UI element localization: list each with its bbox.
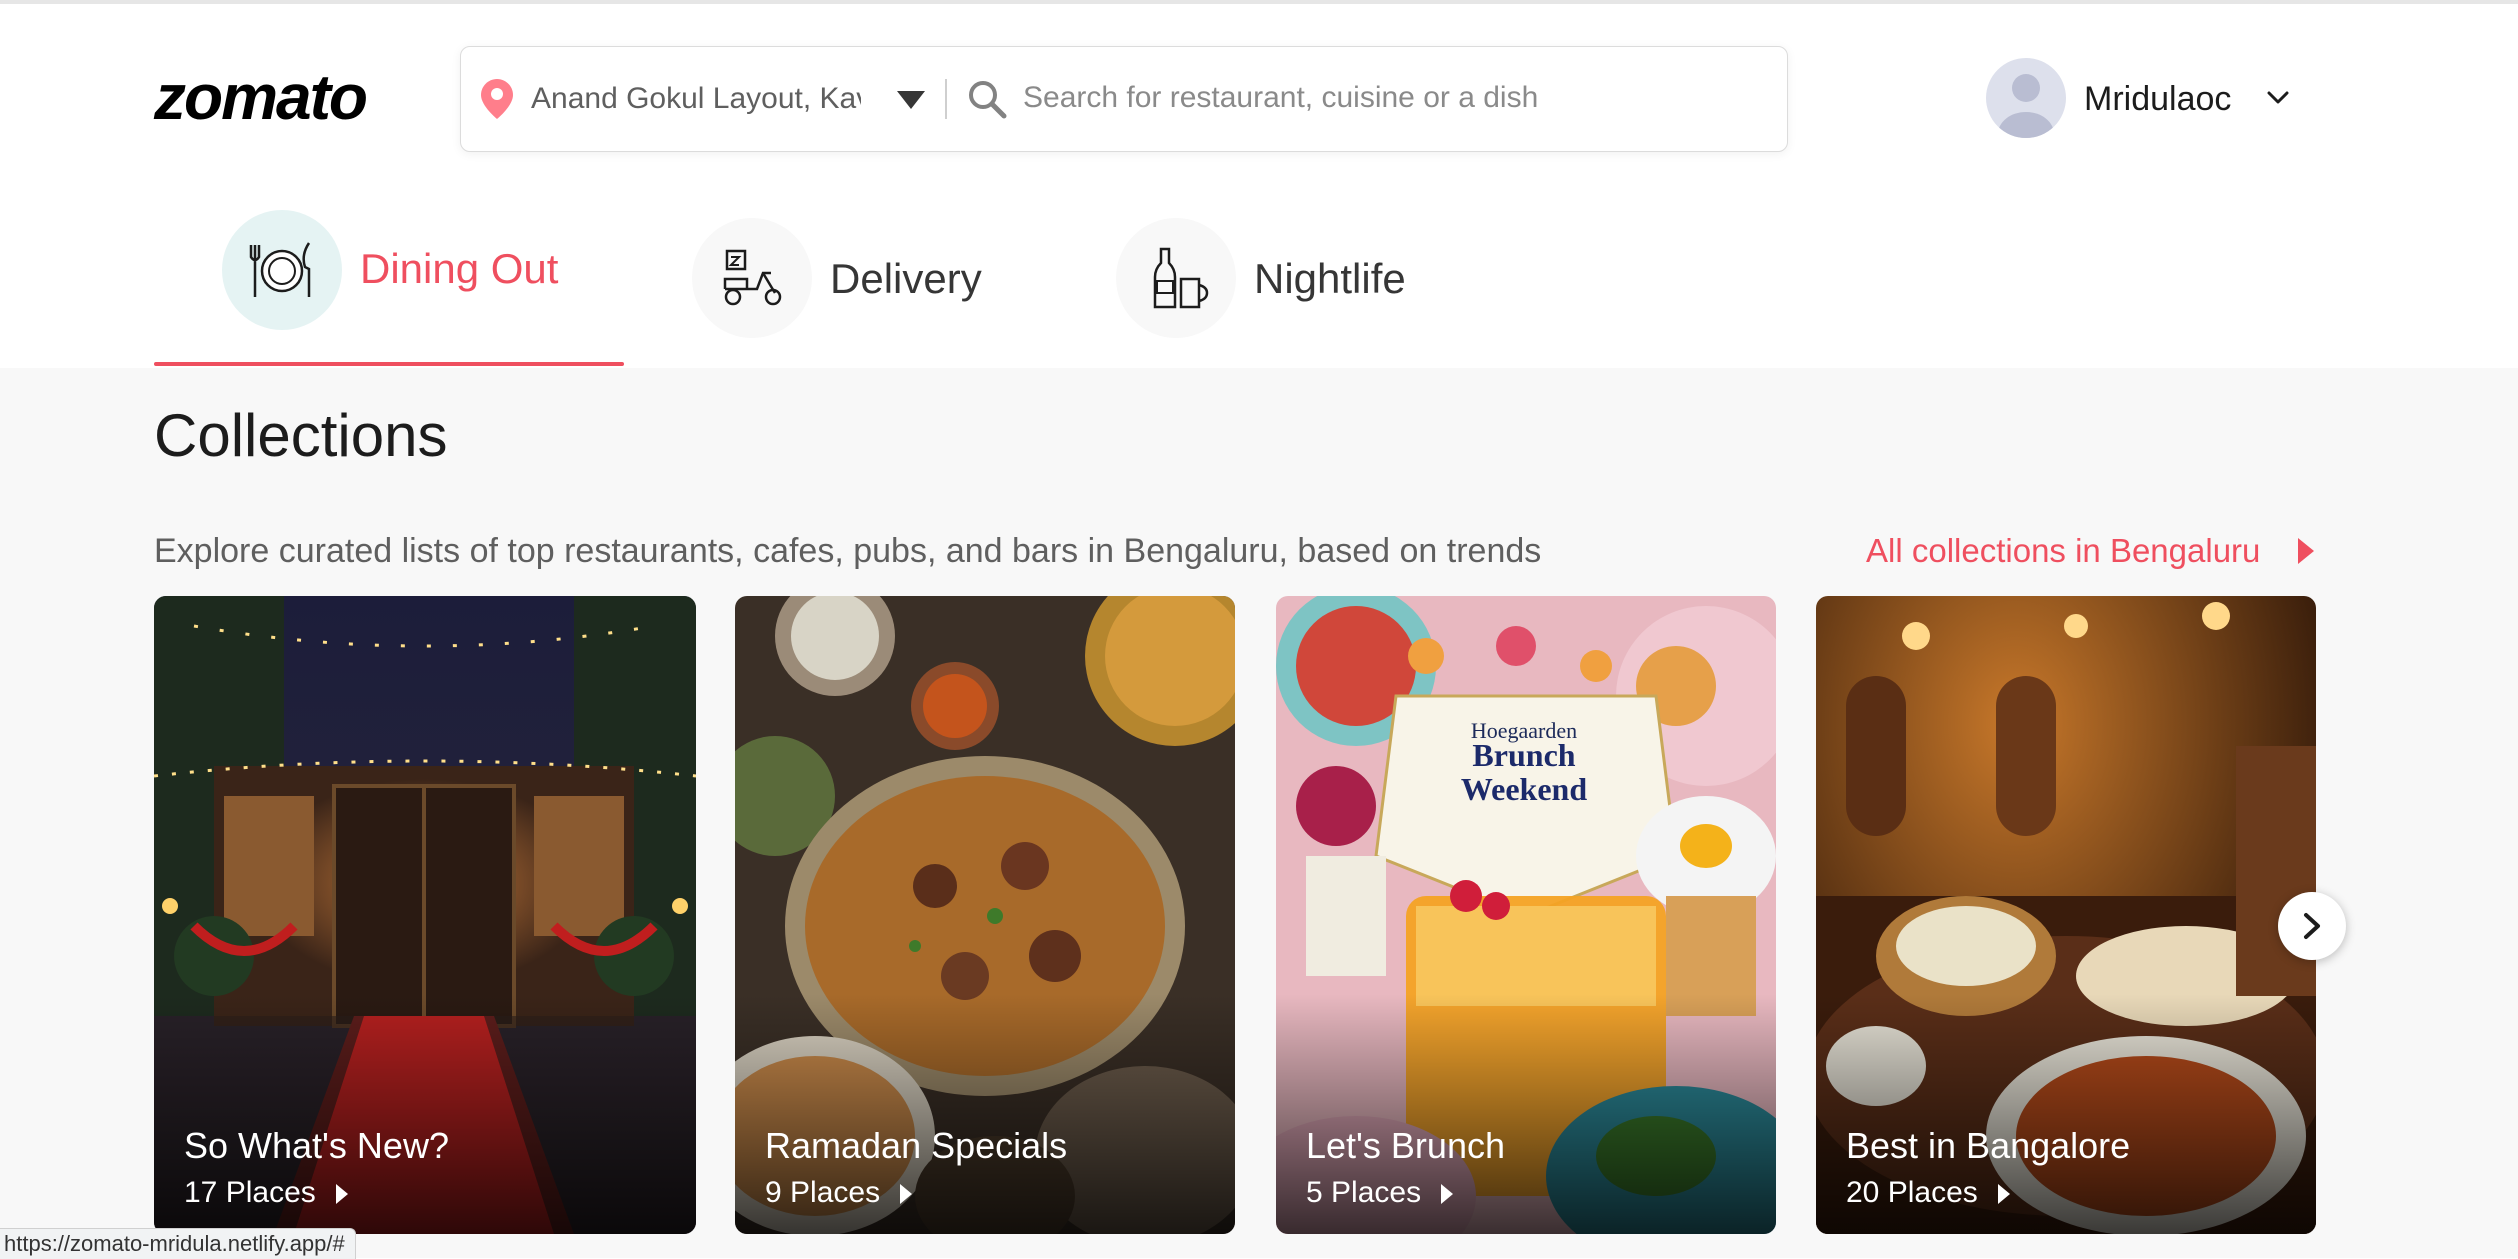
chevron-down-icon[interactable] [2266,90,2290,106]
user-menu[interactable]: Mridulaoc [1986,58,2306,140]
collection-card[interactable]: So What's New? 17 Places [154,596,696,1234]
caret-right-icon [1441,1184,1454,1205]
search-divider [945,79,947,119]
collections-title: Collections [154,402,448,469]
tab-label-delivery: Delivery [830,255,982,302]
status-bar-url: https://zomato-mridula.netlify.app/# [0,1228,356,1259]
brand-logo-text: Weekend [1461,771,1587,807]
caret-right-icon[interactable] [2298,538,2314,564]
collection-card[interactable]: Ramadan Specials 9 Places [735,596,1235,1234]
scooter-icon [692,218,812,338]
search-icon [969,81,1007,119]
card-count: 9 Places [765,1174,913,1212]
card-count: 20 Places [1846,1174,2010,1212]
bottles-icon [1116,218,1236,338]
collection-card[interactable]: Hoegaarden Brunch Weekend Let's Brunch 5… [1276,596,1776,1234]
tab-delivery[interactable]: Delivery [692,210,1012,370]
search-bar: Anand Gokul Layout, Kav [460,46,1788,152]
card-count-text: 5 Places [1306,1176,1422,1209]
zomato-logo[interactable]: zomato [154,58,368,136]
all-collections-link[interactable]: All collections in Bengaluru [1866,530,2260,572]
caret-right-icon [1997,1184,2010,1205]
tab-dining-out[interactable]: Dining Out [222,210,602,370]
card-title: Ramadan Specials [765,1125,1068,1166]
chevron-right-icon [2304,913,2320,939]
username[interactable]: Mridulaoc [2084,58,2231,140]
top-border [0,0,2518,4]
card-count-text: 17 Places [184,1176,316,1209]
tab-label-nightlife: Nightlife [1254,255,1406,302]
card-count-text: 9 Places [765,1176,881,1209]
carousel-next-button[interactable] [2278,892,2346,960]
card-count: 5 Places [1306,1174,1454,1212]
search-input[interactable] [1023,47,1763,149]
tab-nightlife[interactable]: Nightlife [1116,210,1436,370]
location-pin-icon [481,79,513,119]
location-input[interactable]: Anand Gokul Layout, Kav [531,47,861,151]
caret-right-icon [335,1184,348,1205]
card-title: Let's Brunch [1306,1125,1505,1166]
dining-icon [222,210,342,330]
active-tab-indicator [154,362,624,366]
card-count: 17 Places [184,1174,348,1212]
brand-logo-text: Brunch [1472,737,1575,773]
collection-card[interactable]: Best in Bangalore 20 Places [1816,596,2316,1234]
collections-subtitle: Explore curated lists of top restaurants… [154,532,1542,570]
card-title: Best in Bangalore [1846,1125,2131,1166]
caret-down-icon[interactable] [897,91,925,109]
caret-right-icon [900,1184,913,1205]
avatar[interactable] [1986,58,2066,138]
user-avatar-icon [1998,74,2054,138]
card-title: So What's New? [184,1125,449,1166]
card-count-text: 20 Places [1846,1176,1978,1209]
tab-label-dining-out: Dining Out [360,245,559,292]
